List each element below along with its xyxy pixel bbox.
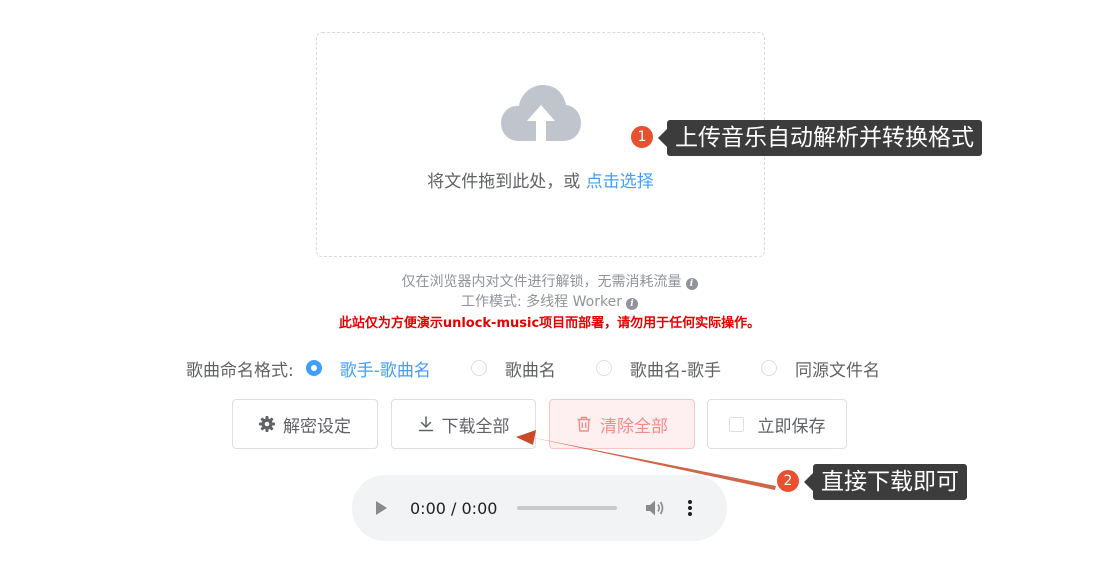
naming-format-group: 歌曲命名格式: 歌手-歌曲名 歌曲名 歌曲名-歌手 同源文件名 [186,356,920,381]
decrypt-settings-button[interactable]: 解密设定 [232,399,378,449]
annotation-callout-upload: 上传音乐自动解析并转换格式 [658,120,982,156]
radio-circle[interactable] [470,360,487,376]
download-all-label: 下载全部 [441,416,510,437]
radio-artist-title[interactable]: 歌手-歌曲名 [305,356,431,381]
more-options-icon[interactable] [687,500,693,516]
upload-select-link[interactable]: 点击选择 [586,172,654,192]
radio-circle[interactable] [761,360,778,376]
radio-circle[interactable] [305,360,322,376]
annotation-badge-1: 1 [629,124,655,150]
demo-warning: 此站仅为方便演示unlock-music项目而部署，请勿用于任何实际操作。 [338,316,761,331]
radio-title[interactable]: 歌曲名 [470,356,556,381]
volume-icon[interactable] [645,499,665,517]
info-icon[interactable]: i [685,278,698,290]
audio-progress-bar[interactable] [517,506,618,510]
clear-all-button[interactable]: 清除全部 [549,399,695,449]
radio-circle[interactable] [595,360,612,376]
annotation-badge-2: 2 [775,468,801,494]
download-icon [418,416,433,432]
annotation-callout-download: 直接下载即可 [804,464,967,500]
download-all-button[interactable]: 下载全部 [391,399,536,449]
upload-prompt: 将文件拖到此处，或 [427,172,586,192]
audio-time: 0:00 / 0:00 [410,498,498,518]
upload-text: 将文件拖到此处，或 点击选择 [317,167,764,192]
tip-work-mode: 工作模式: 多线程 Worker i [0,291,1099,311]
clear-all-label: 清除全部 [600,416,668,437]
radio-original-filename[interactable]: 同源文件名 [761,356,880,381]
trash-icon [577,416,591,432]
tip-local-unlock: 仅在浏览器内对文件进行解锁，无需消耗流量 i [0,271,1099,291]
info-icon[interactable]: i [625,298,638,310]
cloud-upload-icon [501,85,581,141]
decrypt-settings-label: 解密设定 [283,416,351,437]
naming-format-label: 歌曲命名格式: [186,360,294,381]
play-icon[interactable] [376,501,387,515]
audio-player: 0:00 / 0:00 [352,475,727,541]
radio-title-artist[interactable]: 歌曲名-歌手 [595,356,721,381]
gear-icon [259,416,275,432]
save-now-label: 立即保存 [757,416,826,437]
save-now-toggle[interactable]: 立即保存 [707,399,847,449]
save-now-checkbox[interactable] [728,416,744,432]
